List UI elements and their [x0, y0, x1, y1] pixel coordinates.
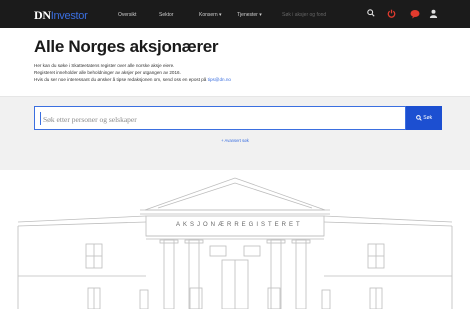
building-illustration: AKSJONÆRREGISTERET	[0, 170, 470, 309]
top-navigation-bar: DNInvestor Oversikt Sektor Konsern ▾ Tje…	[0, 0, 470, 28]
text-caret	[40, 112, 41, 125]
power-icon[interactable]	[386, 9, 396, 19]
intro-line: Hvis du ser noe interessant du ønsker å …	[34, 76, 231, 83]
search-placeholder: Søk etter personer og selskaper	[43, 115, 137, 124]
search-input[interactable]: Søk etter personer og selskaper	[34, 106, 406, 130]
logo-investor-text: Investor	[50, 10, 88, 22]
building-engraving: AKSJONÆRREGISTERET	[176, 222, 303, 228]
dn-investor-logo[interactable]: DNInvestor	[34, 8, 88, 23]
tips-email-link[interactable]: tips@dn.no	[208, 77, 231, 82]
intro-text: Her kan du søke i Skatteetatens register…	[34, 62, 231, 83]
nav-item-konsern[interactable]: Konsern ▾	[199, 12, 222, 18]
logo-dn-text: DN	[34, 8, 51, 22]
page-title: Alle Norges aksjonærer	[34, 37, 219, 56]
nav-item-oversikt[interactable]: Oversikt	[118, 12, 136, 18]
search-icon	[415, 114, 422, 121]
intro-line-text: Hvis du ser noe interessant du ønsker å …	[34, 77, 207, 82]
search-button[interactable]: Søk	[406, 106, 442, 130]
search-section: Søk etter personer og selskaper Søk + Av…	[0, 96, 470, 170]
register-building-drawing	[17, 177, 453, 309]
nav-item-tjenester[interactable]: Tjenester ▾	[237, 12, 262, 18]
intro-line: Her kan du søke i Skatteetatens register…	[34, 63, 175, 68]
intro-line: Registeret inneholder alle beholdninger …	[34, 70, 181, 75]
chat-icon[interactable]	[410, 9, 420, 19]
advanced-search-link[interactable]: + Avansert søk	[0, 138, 470, 143]
search-icon[interactable]	[366, 9, 376, 19]
user-icon[interactable]	[428, 9, 438, 19]
nav-item-sektor[interactable]: Sektor	[159, 12, 173, 18]
nav-search-input[interactable]: Søk i aksjer og fond	[282, 12, 326, 18]
search-button-label: Søk	[423, 115, 433, 121]
